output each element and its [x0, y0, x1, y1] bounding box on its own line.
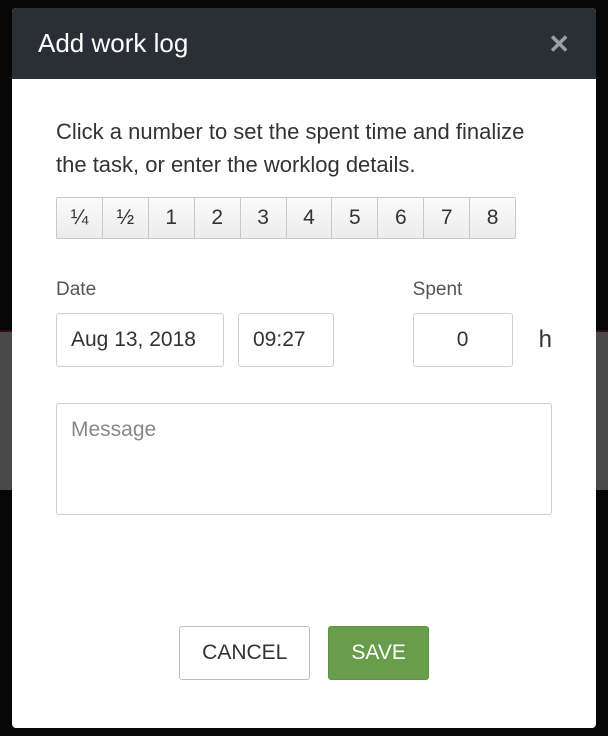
date-label: Date — [56, 279, 334, 301]
date-field-group: Date — [56, 279, 334, 367]
close-icon[interactable]: ✕ — [548, 31, 570, 57]
modal-title: Add work log — [38, 28, 188, 59]
spent-label: Spent — [413, 279, 552, 301]
quick-time-8[interactable]: 8 — [470, 198, 515, 238]
spent-field-group: Spent h — [413, 279, 552, 367]
quick-time-5[interactable]: 5 — [332, 198, 378, 238]
quick-time-half[interactable]: ½ — [103, 198, 149, 238]
quick-time-4[interactable]: 4 — [287, 198, 333, 238]
quick-time-7[interactable]: 7 — [424, 198, 470, 238]
quick-time-3[interactable]: 3 — [241, 198, 287, 238]
quick-time-quarter[interactable]: ¼ — [57, 198, 103, 238]
spent-input[interactable] — [413, 313, 513, 367]
quick-time-6[interactable]: 6 — [378, 198, 424, 238]
cancel-button[interactable]: CANCEL — [179, 626, 310, 680]
instruction-text: Click a number to set the spent time and… — [56, 115, 552, 181]
message-input[interactable] — [56, 403, 552, 515]
date-input[interactable] — [56, 313, 224, 367]
modal-footer: CANCEL SAVE — [12, 600, 596, 728]
quick-time-group: ¼ ½ 1 2 3 4 5 6 7 8 — [56, 197, 516, 239]
quick-time-1[interactable]: 1 — [149, 198, 195, 238]
modal-body: Click a number to set the spent time and… — [12, 79, 596, 600]
quick-time-2[interactable]: 2 — [195, 198, 241, 238]
time-input[interactable] — [238, 313, 334, 367]
modal-header: Add work log ✕ — [12, 8, 596, 79]
save-button[interactable]: SAVE — [328, 626, 428, 680]
spent-unit: h — [539, 326, 552, 354]
add-worklog-modal: Add work log ✕ Click a number to set the… — [12, 8, 596, 728]
